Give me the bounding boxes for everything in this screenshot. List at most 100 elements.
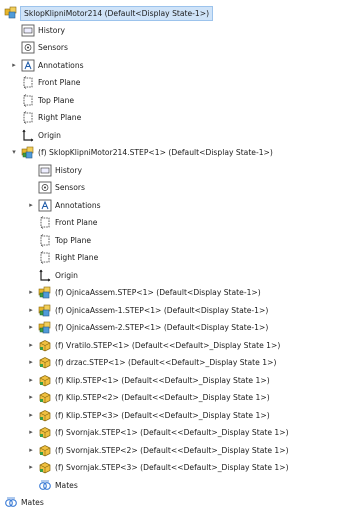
tree-item[interactable]: ▸ (f) Svornjak.STEP<1> (Default<<Default>…: [0, 424, 339, 442]
tree-item-label: (f) SklopKlipniMotor214.STEP<1> (Default…: [38, 148, 273, 157]
part-icon: [38, 391, 52, 404]
tree-item[interactable]: ▸ (f) OjnicaAssem-1.STEP<1> (Default<Disp…: [0, 302, 339, 320]
tree-item[interactable]: History: [0, 22, 339, 40]
assembly-icon: [21, 146, 35, 159]
tree-item-label: (f) Svornjak.STEP<2> (Default<<Default>_…: [55, 445, 289, 455]
tree-item[interactable]: Front Plane: [0, 74, 339, 92]
history-icon: [21, 24, 35, 37]
part-icon: [38, 374, 52, 387]
tree-item[interactable]: ▸ (f) Svornjak.STEP<2> (Default<<Default>…: [0, 442, 339, 460]
tree-item-label: Annotations: [38, 60, 84, 70]
tree-item-label: Mates: [21, 498, 44, 507]
tree-item-label: (f) Svornjak.STEP<3> (Default<<Default>_…: [55, 463, 289, 472]
expand-caret-icon[interactable]: ▸: [27, 372, 35, 389]
tree-item-label: Origin: [38, 130, 61, 140]
assembly-icon: [38, 321, 52, 334]
tree-item-label: Mates: [55, 480, 78, 490]
plane-icon: [21, 76, 35, 89]
annotations-icon: [21, 59, 35, 72]
assembly-icon: [38, 304, 52, 317]
tree-item[interactable]: Mates: [0, 494, 339, 512]
expand-caret-icon[interactable]: ▸: [27, 302, 35, 319]
tree-item-label: Top Plane: [55, 235, 92, 245]
assembly-icon: [4, 6, 18, 19]
tree-item[interactable]: Mates: [0, 477, 339, 495]
tree-item[interactable]: Origin: [0, 127, 339, 145]
expand-caret-icon[interactable]: ▸: [27, 354, 35, 371]
sensors-icon: [38, 181, 52, 194]
origin-icon: [38, 269, 52, 282]
expand-caret-icon[interactable]: ▸: [10, 57, 18, 74]
tree-item-label: (f) Svornjak.STEP<1> (Default<<Default>_…: [55, 428, 289, 437]
tree-item[interactable]: ▸ (f) Vratilo.STEP<1> (Default<<Default>_…: [0, 337, 339, 355]
tree-item-label: Front Plane: [38, 78, 81, 87]
tree-item[interactable]: Right Plane: [0, 109, 339, 127]
tree-item-label: Top Plane: [38, 95, 75, 105]
tree-item[interactable]: Front Plane: [0, 214, 339, 232]
plane-icon: [21, 111, 35, 124]
tree-item-label: (f) Vratilo.STEP<1> (Default<<Default>_D…: [55, 340, 281, 350]
expand-caret-icon[interactable]: ▸: [27, 389, 35, 406]
tree-item-label: (f) drzac.STEP<1> (Default<<Default>_Dis…: [55, 358, 277, 367]
tree-item[interactable]: Top Plane: [0, 232, 339, 250]
tree-item-label: Sensors: [55, 183, 85, 192]
tree-item[interactable]: History: [0, 162, 339, 180]
tree-item[interactable]: ▸ (f) Klip.STEP<3> (Default<<Default>_Dis…: [0, 407, 339, 425]
assembly-icon: [38, 286, 52, 299]
plane-icon: [38, 233, 52, 247]
tree-item[interactable]: Origin: [0, 267, 339, 285]
tree-item[interactable]: ▸ Annotations: [0, 57, 339, 75]
tree-item[interactable]: ▸ (f) drzac.STEP<1> (Default<<Default>_Di…: [0, 354, 339, 372]
tree-root-label: SklopKlipniMotor214 (Default<Display Sta…: [19, 6, 214, 21]
history-icon: [38, 164, 52, 177]
feature-manager-tree: SklopKlipniMotor214 (Default<Display Sta…: [0, 0, 339, 517]
tree-item[interactable]: ▸ (f) Svornjak.STEP<3> (Default<<Default>…: [0, 459, 339, 477]
tree-item-label: (f) Klip.STEP<1> (Default<<Default>_Disp…: [55, 375, 270, 385]
tree-item-label: Right Plane: [55, 253, 99, 262]
tree-item-label: (f) OjnicaAssem.STEP<1> (Default<Display…: [55, 288, 261, 297]
mates-icon: [4, 496, 18, 509]
part-icon: [38, 409, 52, 422]
part-icon: [38, 426, 52, 439]
expand-caret-icon[interactable]: ▸: [27, 197, 35, 214]
tree-item[interactable]: ▸ (f) OjnicaAssem-2.STEP<1> (Default<Disp…: [0, 319, 339, 337]
tree-item-label: (f) OjnicaAssem-1.STEP<1> (Default<Displ…: [55, 305, 269, 315]
part-icon: [38, 339, 52, 352]
tree-item[interactable]: Sensors: [0, 179, 339, 197]
expand-caret-icon[interactable]: ▸: [27, 319, 35, 336]
tree-item-label: (f) OjnicaAssem-2.STEP<1> (Default<Displ…: [55, 323, 269, 332]
origin-icon: [21, 129, 35, 142]
tree-item[interactable]: ▸ (f) Klip.STEP<1> (Default<<Default>_Dis…: [0, 372, 339, 390]
tree-item[interactable]: ▸ (f) Klip.STEP<2> (Default<<Default>_Dis…: [0, 389, 339, 407]
tree-item[interactable]: Top Plane: [0, 92, 339, 110]
part-icon: [38, 444, 52, 457]
tree-item[interactable]: ▸ (f) OjnicaAssem.STEP<1> (Default<Displa…: [0, 284, 339, 302]
expand-caret-icon[interactable]: ▸: [27, 459, 35, 476]
expand-caret-icon[interactable]: ▸: [27, 284, 35, 301]
part-icon: [38, 461, 52, 474]
tree-item[interactable]: ▸ Annotations: [0, 197, 339, 215]
mates-icon: [38, 479, 52, 492]
tree-item-label: History: [55, 165, 83, 175]
tree-item-label: Annotations: [55, 200, 101, 210]
tree-item-label: (f) Klip.STEP<3> (Default<<Default>_Disp…: [55, 410, 270, 420]
expand-caret-icon[interactable]: ▸: [27, 407, 35, 424]
sensors-icon: [21, 41, 35, 54]
tree-item-label: Sensors: [38, 43, 68, 52]
expand-caret-icon[interactable]: ▸: [27, 337, 35, 354]
plane-icon: [38, 251, 52, 264]
annotations-icon: [38, 199, 52, 212]
plane-icon: [21, 93, 35, 107]
tree-root-item[interactable]: SklopKlipniMotor214 (Default<Display Sta…: [0, 4, 339, 22]
tree-item[interactable]: ▾ (f) SklopKlipniMotor214.STEP<1> (Defaul…: [0, 144, 339, 162]
expand-caret-icon[interactable]: ▾: [10, 144, 18, 161]
tree-item-label: Front Plane: [55, 218, 98, 227]
expand-caret-icon[interactable]: ▸: [27, 424, 35, 441]
tree-item-label: Origin: [55, 270, 78, 280]
tree-item[interactable]: Sensors: [0, 39, 339, 57]
tree-item-label: Right Plane: [38, 113, 82, 122]
part-icon: [38, 356, 52, 369]
tree-item[interactable]: Right Plane: [0, 249, 339, 267]
expand-caret-icon[interactable]: ▸: [27, 442, 35, 459]
tree-item-label: History: [38, 25, 66, 35]
